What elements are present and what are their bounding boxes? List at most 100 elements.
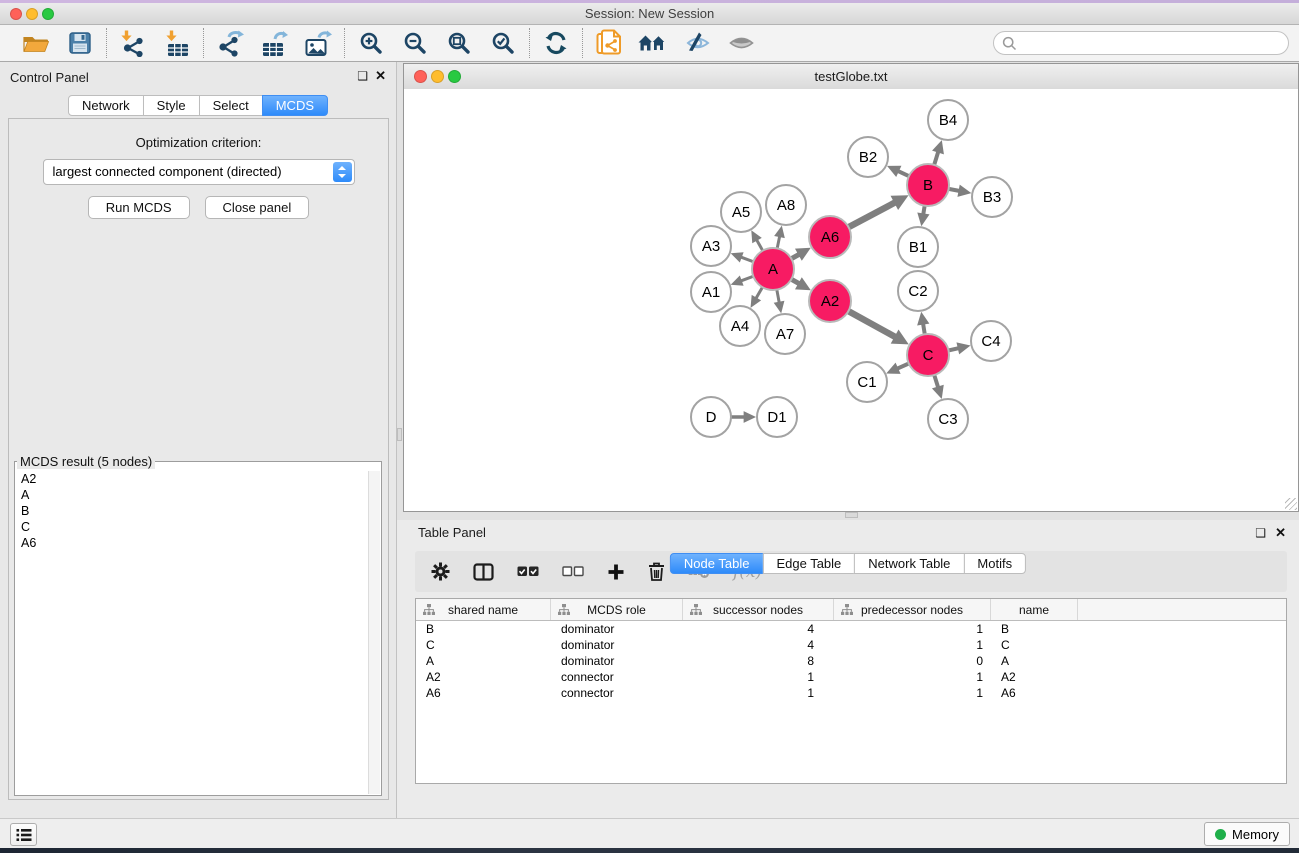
result-item[interactable]: A6 <box>16 535 367 551</box>
graph-node-C4[interactable]: C4 <box>971 321 1011 361</box>
result-item[interactable]: A <box>16 487 367 503</box>
save-session-button[interactable] <box>63 28 97 58</box>
table-cell: dominator <box>551 637 683 653</box>
graph-node-A3[interactable]: A3 <box>691 226 731 266</box>
run-mcds-button[interactable]: Run MCDS <box>88 196 190 219</box>
svg-text:A1: A1 <box>702 284 720 301</box>
open-session-button[interactable] <box>19 28 53 58</box>
network-canvas[interactable]: B4 B2 B B3 A8 A5 A6 A3 B1 A A1 C2 A2 A4A7 C4 C C1 D D1 C3 <box>404 89 1298 511</box>
graph-node-C1[interactable]: C1 <box>847 362 887 402</box>
graph-node-A8[interactable]: A8 <box>766 185 806 225</box>
tab-network-table[interactable]: Network Table <box>854 553 964 574</box>
graph-node-A1[interactable]: A1 <box>691 272 731 312</box>
graph-node-A[interactable]: A <box>752 248 794 290</box>
unselect-all-columns-button[interactable] <box>562 560 584 584</box>
tab-edge-table[interactable]: Edge Table <box>762 553 855 574</box>
zoom-fit-button[interactable] <box>442 28 476 58</box>
table-cell: B <box>416 621 551 637</box>
zoom-out-button[interactable] <box>398 28 432 58</box>
graph-node-A5[interactable]: A5 <box>721 192 761 232</box>
criterion-select[interactable]: largest connected component (directed) <box>43 159 355 185</box>
zoom-in-button[interactable] <box>354 28 388 58</box>
minimize-window-button[interactable] <box>26 8 38 20</box>
export-network-button[interactable] <box>213 28 247 58</box>
network-close-button[interactable] <box>414 70 427 83</box>
refresh-layout-button[interactable] <box>539 28 573 58</box>
export-table-button[interactable] <box>257 28 291 58</box>
zoom-fit-icon <box>447 31 471 55</box>
result-item[interactable]: A2 <box>16 471 367 487</box>
close-panel-icon[interactable]: ✕ <box>375 68 386 84</box>
mcds-result-list[interactable]: A2ABCA6 <box>16 471 367 794</box>
home-button[interactable] <box>636 28 670 58</box>
split-divider-handle[interactable] <box>397 428 402 441</box>
graph-node-A6[interactable]: A6 <box>809 216 851 258</box>
network-window-titlebar: testGlobe.txt <box>404 64 1298 90</box>
result-list-scrollbar[interactable] <box>368 471 380 794</box>
resize-grip-icon[interactable] <box>1285 498 1297 510</box>
optimization-criterion-label: Optimization criterion: <box>9 135 388 150</box>
network-window-title: testGlobe.txt <box>404 64 1298 89</box>
float-panel-icon[interactable]: ❑ <box>1255 526 1266 540</box>
tab-style[interactable]: Style <box>143 95 200 116</box>
select-all-columns-button[interactable] <box>517 560 539 584</box>
graph-node-C[interactable]: C <box>907 334 949 376</box>
show-panel-button[interactable] <box>724 28 758 58</box>
graph-node-D1[interactable]: D1 <box>757 397 797 437</box>
hide-panel-button[interactable] <box>680 28 714 58</box>
search-input[interactable] <box>1017 35 1271 52</box>
table-settings-button[interactable] <box>431 560 450 584</box>
table-cell: A6 <box>416 685 551 701</box>
float-panel-icon[interactable]: ❑ <box>357 69 368 83</box>
close-panel-icon[interactable]: ✕ <box>1275 525 1286 541</box>
svg-text:A2: A2 <box>821 293 839 310</box>
hide-eye-icon <box>684 32 711 54</box>
split-table-button[interactable] <box>473 560 494 584</box>
import-table-button[interactable] <box>160 28 194 58</box>
network-minimize-button[interactable] <box>431 70 444 83</box>
create-column-button[interactable] <box>607 560 625 584</box>
import-network-button[interactable] <box>116 28 150 58</box>
mcds-result-group: MCDS result (5 nodes) A2ABCA6 <box>14 454 382 796</box>
criterion-selected-value: largest connected component (directed) <box>53 164 282 179</box>
svg-text:A: A <box>768 261 778 278</box>
column-header-shared-name[interactable]: shared name <box>416 599 551 620</box>
memory-button[interactable]: Memory <box>1204 822 1290 846</box>
graph-node-B1[interactable]: B1 <box>898 227 938 267</box>
close-window-button[interactable] <box>10 8 22 20</box>
zoom-selected-button[interactable] <box>486 28 520 58</box>
split-columns-icon <box>473 563 494 581</box>
tab-node-table[interactable]: Node Table <box>670 553 764 574</box>
tab-network[interactable]: Network <box>68 95 144 116</box>
svg-text:A5: A5 <box>732 204 750 221</box>
graph-node-B3[interactable]: B3 <box>972 177 1012 217</box>
show-panels-button[interactable] <box>10 823 37 846</box>
tab-motifs[interactable]: Motifs <box>963 553 1026 574</box>
tab-mcds[interactable]: MCDS <box>262 95 328 116</box>
split-divider-handle[interactable] <box>845 512 858 518</box>
table-cell: connector <box>551 685 683 701</box>
network-file-button[interactable] <box>592 28 626 58</box>
search-icon <box>1002 36 1017 51</box>
zoom-window-button[interactable] <box>42 8 54 20</box>
graph-node-D[interactable]: D <box>691 397 731 437</box>
tab-select[interactable]: Select <box>199 95 263 116</box>
network-zoom-button[interactable] <box>448 70 461 83</box>
search-box[interactable] <box>993 31 1289 55</box>
export-image-button[interactable] <box>301 28 335 58</box>
refresh-icon <box>543 30 569 56</box>
graph-node-B[interactable]: B <box>907 164 949 206</box>
graph-node-A4[interactable]: A4 <box>720 306 760 346</box>
delete-column-button[interactable] <box>648 560 665 584</box>
result-item[interactable]: B <box>16 503 367 519</box>
graph-node-C2[interactable]: C2 <box>898 271 938 311</box>
close-panel-button[interactable]: Close panel <box>205 196 310 219</box>
graph-node-A2[interactable]: A2 <box>809 280 851 322</box>
svg-text:B: B <box>923 177 933 194</box>
graph-node-B2[interactable]: B2 <box>848 137 888 177</box>
result-item[interactable]: C <box>16 519 367 535</box>
graph-node-A7[interactable]: A7 <box>765 314 805 354</box>
column-header-MCDS-role[interactable]: MCDS role <box>551 599 683 620</box>
graph-node-B4[interactable]: B4 <box>928 100 968 140</box>
graph-node-C3[interactable]: C3 <box>928 399 968 439</box>
